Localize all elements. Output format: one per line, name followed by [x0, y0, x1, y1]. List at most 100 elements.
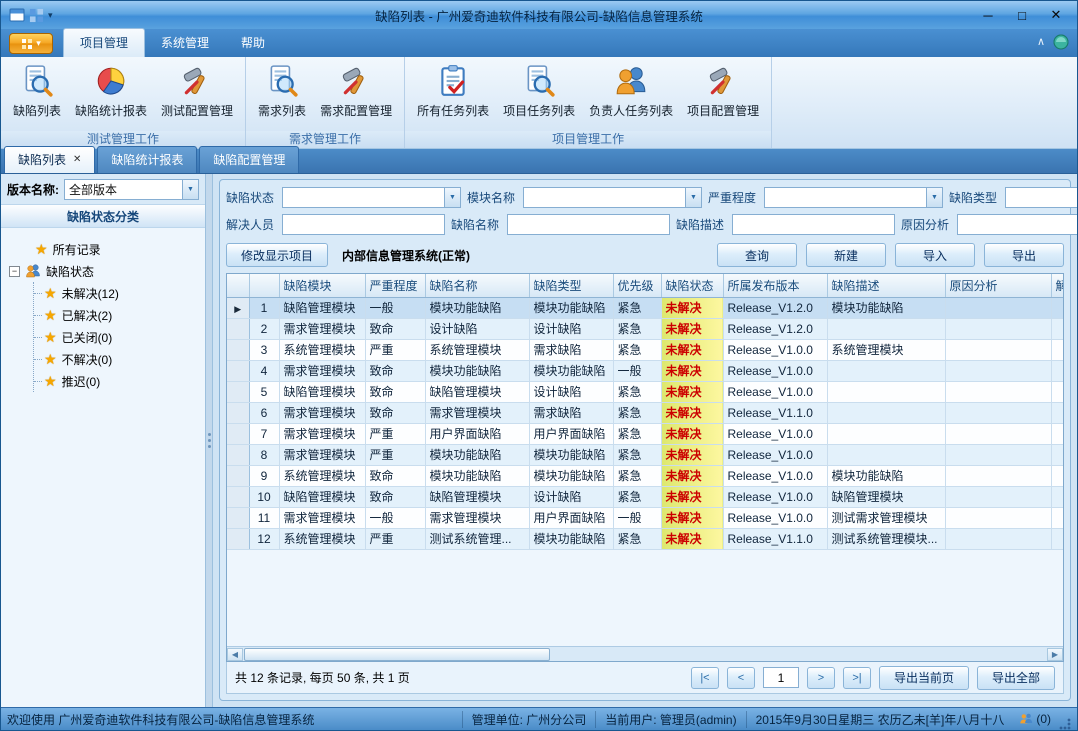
chevron-down-icon[interactable]: ▼ — [182, 180, 198, 199]
filter-text-value[interactable] — [508, 216, 669, 233]
next-page-button[interactable]: > — [807, 667, 835, 689]
tree-item[interactable]: ★已解决(2) — [34, 304, 201, 326]
table-row[interactable]: 2需求管理模块致命设计缺陷设计缺陷紧急未解决Release_V1.2.0 — [227, 318, 1063, 339]
table-row[interactable]: 11需求管理模块一般需求管理模块用户界面缺陷一般未解决Release_V1.0.… — [227, 507, 1063, 528]
cell: 需求管理模块 — [279, 318, 365, 339]
ribbon-button[interactable]: 项目配置管理 — [680, 61, 766, 121]
chevron-down-icon[interactable]: ▼ — [444, 188, 460, 207]
table-row[interactable]: 7需求管理模块严重用户界面缺陷用户界面缺陷紧急未解决Release_V1.0.0 — [227, 423, 1063, 444]
tree-item[interactable]: ★所有记录 — [35, 238, 201, 260]
tree-item[interactable]: ★不解决(0) — [34, 348, 201, 370]
column-header[interactable]: 原因分析 — [945, 274, 1051, 297]
tab-close-icon[interactable]: ✕ — [73, 155, 81, 165]
export-current-page-button[interactable]: 导出当前页 — [879, 666, 969, 690]
filter-select[interactable]: ▼ — [282, 187, 461, 208]
filter-select-value[interactable] — [765, 189, 926, 206]
help-icon[interactable] — [1053, 34, 1069, 50]
column-header[interactable]: 优先级 — [613, 274, 661, 297]
chevron-down-icon[interactable]: ▼ — [685, 188, 701, 207]
column-header[interactable]: 缺陷类型 — [529, 274, 613, 297]
ribbon-button[interactable]: 需求配置管理 — [313, 61, 399, 121]
table-row[interactable]: 4需求管理模块致命模块功能缺陷模块功能缺陷一般未解决Release_V1.0.0 — [227, 360, 1063, 381]
filter-input[interactable] — [732, 214, 895, 235]
filter-select[interactable]: ▼ — [1005, 187, 1078, 208]
filter-select-value[interactable] — [524, 189, 685, 206]
column-header[interactable]: 解决方法 — [1051, 274, 1063, 297]
document-tab-3[interactable]: 缺陷配置管理 — [199, 146, 299, 173]
ribbon-button[interactable]: 测试配置管理 — [154, 61, 240, 121]
document-tab-2[interactable]: 缺陷统计报表 — [97, 146, 197, 173]
filter-field: 缺陷名称 — [451, 214, 670, 235]
document-tab-1[interactable]: 缺陷列表✕ — [4, 146, 95, 173]
column-header[interactable]: 严重程度 — [365, 274, 425, 297]
filter-text-value[interactable] — [733, 216, 894, 233]
tree-item[interactable]: −缺陷状态 — [9, 260, 201, 282]
horizontal-scrollbar[interactable]: ◀ ▶ — [227, 646, 1063, 661]
ribbon-tab-2[interactable]: 系统管理 — [145, 29, 225, 57]
table-row[interactable]: ▶1缺陷管理模块一般模块功能缺陷模块功能缺陷紧急未解决Release_V1.2.… — [227, 297, 1063, 318]
filter-input[interactable] — [282, 214, 445, 235]
filter-input[interactable] — [957, 214, 1078, 235]
application-menu-button[interactable]: ▾ — [9, 33, 53, 54]
ribbon-tab-1[interactable]: 项目管理 — [63, 28, 145, 57]
table-row[interactable]: 6需求管理模块致命需求管理模块需求缺陷紧急未解决Release_V1.1.0 — [227, 402, 1063, 423]
scrollbar-track[interactable] — [243, 648, 1047, 661]
tree-item[interactable]: ★未解决(12) — [34, 282, 201, 304]
filter-field: 模块名称▼ — [467, 187, 702, 208]
splitter-handle[interactable] — [206, 174, 213, 707]
table-row[interactable]: 9系统管理模块致命模块功能缺陷模块功能缺陷紧急未解决Release_V1.0.0… — [227, 465, 1063, 486]
table-row[interactable]: 3系统管理模块严重系统管理模块需求缺陷紧急未解决Release_V1.0.0系统… — [227, 339, 1063, 360]
ribbon-button-label: 缺陷统计报表 — [75, 102, 147, 119]
last-page-button[interactable]: >| — [843, 667, 871, 689]
maximize-button[interactable]: □ — [1005, 4, 1039, 26]
close-button[interactable]: ✕ — [1039, 4, 1073, 26]
online-users-badge[interactable]: (0) — [1013, 712, 1057, 726]
qat-dropdown-icon[interactable]: ▾ — [48, 10, 53, 21]
filter-select[interactable]: ▼ — [523, 187, 702, 208]
export-all-button[interactable]: 导出全部 — [977, 666, 1055, 690]
filter-select-value[interactable] — [283, 189, 444, 206]
table-row[interactable]: 10缺陷管理模块致命缺陷管理模块设计缺陷紧急未解决Release_V1.0.0缺… — [227, 486, 1063, 507]
first-page-button[interactable]: |< — [691, 667, 719, 689]
resize-grip[interactable] — [1059, 718, 1071, 730]
prev-page-button[interactable]: < — [727, 667, 755, 689]
filter-input[interactable] — [507, 214, 670, 235]
tree-item[interactable]: ★推迟(0) — [34, 370, 201, 392]
column-header[interactable]: 缺陷状态 — [661, 274, 723, 297]
scrollbar-thumb[interactable] — [244, 648, 550, 661]
column-header[interactable]: 所属发布版本 — [723, 274, 827, 297]
column-header[interactable]: 缺陷名称 — [425, 274, 529, 297]
ribbon-button[interactable]: 项目任务列表 — [496, 61, 582, 121]
table-row[interactable]: 8需求管理模块严重模块功能缺陷模块功能缺陷紧急未解决Release_V1.0.0 — [227, 444, 1063, 465]
scroll-right-icon[interactable]: ▶ — [1047, 648, 1063, 661]
filter-select[interactable]: ▼ — [764, 187, 943, 208]
scroll-left-icon[interactable]: ◀ — [227, 648, 243, 661]
table-row[interactable]: 5缺陷管理模块致命缺陷管理模块设计缺陷紧急未解决Release_V1.0.0 — [227, 381, 1063, 402]
table-row[interactable]: 12系统管理模块严重测试系统管理...模块功能缺陷紧急未解决Release_V1… — [227, 528, 1063, 549]
version-select[interactable]: 全部版本 ▼ — [64, 179, 199, 200]
modify-columns-button[interactable]: 修改显示项目 — [226, 243, 328, 267]
column-header[interactable]: 缺陷描述 — [827, 274, 945, 297]
new-button[interactable]: 新建 — [806, 243, 886, 267]
page-number-input[interactable] — [763, 667, 799, 688]
import-button[interactable]: 导入 — [895, 243, 975, 267]
tree-item[interactable]: ★已关闭(0) — [34, 326, 201, 348]
ribbon-button[interactable]: 需求列表 — [251, 61, 313, 121]
collapse-ribbon-icon[interactable]: ∧ — [1037, 37, 1045, 48]
collapse-icon[interactable]: − — [9, 266, 20, 277]
app-window-icon[interactable] — [9, 7, 25, 23]
ribbon-button[interactable]: 缺陷列表 — [6, 61, 68, 121]
filter-select-value[interactable] — [1006, 189, 1078, 206]
export-button[interactable]: 导出 — [984, 243, 1064, 267]
filter-text-value[interactable] — [958, 216, 1078, 233]
ribbon-button[interactable]: 所有任务列表 — [410, 61, 496, 121]
filter-text-value[interactable] — [283, 216, 444, 233]
ribbon-button[interactable]: 负责人任务列表 — [582, 61, 680, 121]
query-button[interactable]: 查询 — [717, 243, 797, 267]
chevron-down-icon[interactable]: ▼ — [926, 188, 942, 207]
layout-grid-icon[interactable] — [29, 8, 44, 23]
column-header[interactable]: 缺陷模块 — [279, 274, 365, 297]
ribbon-button[interactable]: 缺陷统计报表 — [68, 61, 154, 121]
minimize-button[interactable]: ─ — [971, 4, 1005, 26]
ribbon-tab-3[interactable]: 帮助 — [225, 29, 281, 57]
